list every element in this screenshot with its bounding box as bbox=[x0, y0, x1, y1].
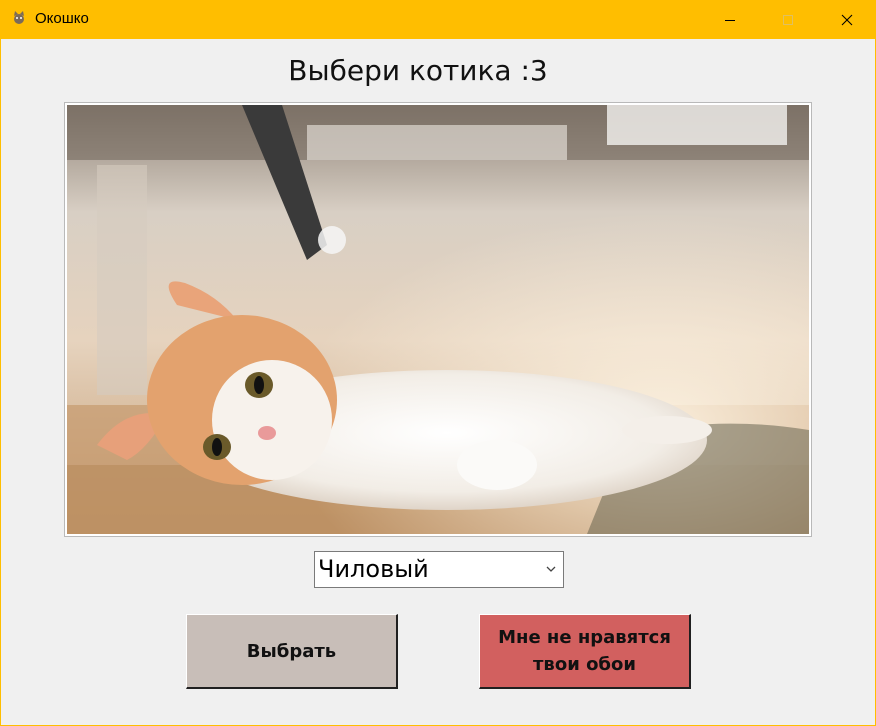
dislike-wallpaper-button[interactable]: Мне не нравятся твои обои bbox=[479, 614, 691, 689]
maximize-icon bbox=[783, 14, 793, 25]
close-button[interactable] bbox=[818, 0, 876, 39]
kitten-photo bbox=[67, 105, 809, 534]
choose-button[interactable]: Выбрать bbox=[186, 614, 398, 689]
window-client-area: Выбери котика :3 Чиловый Выбрать Мне не … bbox=[1, 39, 875, 725]
cat-app-icon bbox=[14, 11, 24, 24]
chevron-down-icon[interactable] bbox=[546, 565, 556, 573]
window-title: Окошко bbox=[35, 10, 89, 27]
minimize-icon bbox=[725, 19, 735, 21]
selected-cat-value: Чиловый bbox=[318, 555, 429, 583]
close-icon bbox=[841, 14, 853, 25]
cat-selector-dropdown[interactable]: Чиловый bbox=[314, 551, 564, 588]
maximize-button[interactable] bbox=[759, 0, 817, 39]
title-bar[interactable]: Окошко bbox=[0, 0, 876, 39]
minimize-button[interactable] bbox=[701, 0, 759, 39]
image-frame bbox=[64, 102, 812, 537]
page-title: Выбери котика :3 bbox=[288, 54, 548, 87]
